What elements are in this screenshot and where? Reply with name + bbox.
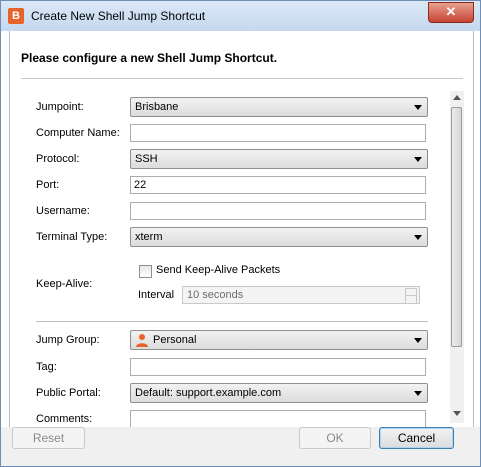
- public-portal-value: Default: support.example.com: [135, 387, 282, 399]
- comments-input[interactable]: [130, 410, 426, 427]
- reset-button[interactable]: Reset: [12, 427, 85, 449]
- scroll-up-icon[interactable]: [453, 95, 461, 100]
- public-portal-select[interactable]: Default: support.example.com: [130, 383, 428, 403]
- vertical-scrollbar[interactable]: [450, 91, 464, 423]
- jumpoint-select[interactable]: Brisbane: [130, 97, 428, 117]
- ok-button[interactable]: OK: [299, 427, 371, 449]
- computer-name-label: Computer Name:: [36, 127, 120, 139]
- protocol-value: SSH: [135, 153, 158, 165]
- chevron-down-icon: [414, 157, 422, 162]
- dialog-content: Please configure a new Shell Jump Shortc…: [9, 31, 474, 427]
- username-input[interactable]: [130, 202, 426, 220]
- jump-group-select[interactable]: Personal: [130, 330, 428, 350]
- dialog-window: B Create New Shell Jump Shortcut ✕ Pleas…: [0, 0, 481, 467]
- jumpoint-value: Brisbane: [135, 101, 179, 113]
- computer-name-input[interactable]: [130, 124, 426, 142]
- interval-label: Interval: [138, 289, 175, 301]
- port-label: Port:: [36, 179, 60, 191]
- chevron-down-icon: [414, 105, 422, 110]
- shortcut-form: Jumpoint: Brisbane Computer Name: Protoc…: [10, 89, 458, 427]
- chevron-down-icon: [414, 235, 422, 240]
- keep-alive-label: Keep-Alive:: [36, 278, 93, 290]
- jump-group-value: Personal: [153, 334, 197, 346]
- window-title: Create New Shell Jump Shortcut: [31, 9, 206, 23]
- jumpoint-label: Jumpoint:: [36, 101, 84, 113]
- dialog-heading: Please configure a new Shell Jump Shortc…: [21, 51, 278, 65]
- terminal-type-label: Terminal Type:: [36, 231, 108, 243]
- section-divider: [36, 321, 428, 322]
- person-icon: [136, 334, 148, 347]
- scroll-down-icon[interactable]: [453, 411, 461, 416]
- spin-down-icon[interactable]: [405, 295, 417, 304]
- chevron-down-icon: [414, 338, 422, 343]
- interval-value: 10 seconds: [187, 289, 244, 301]
- keep-alive-checkbox-label: Send Keep-Alive Packets: [156, 264, 281, 276]
- comments-label: Comments:: [36, 413, 93, 425]
- dialog-footer: Reset OK Cancel: [1, 427, 480, 466]
- cancel-button[interactable]: Cancel: [379, 427, 454, 449]
- chevron-down-icon: [414, 391, 422, 396]
- keep-alive-checkbox[interactable]: [139, 265, 152, 278]
- app-logo-icon: B: [8, 8, 24, 24]
- jump-group-label: Jump Group:: [36, 334, 100, 346]
- terminal-type-value: xterm: [135, 231, 163, 243]
- username-label: Username:: [36, 205, 90, 217]
- scroll-thumb[interactable]: [451, 107, 462, 347]
- interval-spinner[interactable]: 10 seconds: [182, 286, 420, 304]
- protocol-select[interactable]: SSH: [130, 149, 428, 169]
- heading-divider: [21, 78, 463, 79]
- title-bar[interactable]: B Create New Shell Jump Shortcut ✕: [1, 1, 480, 31]
- tag-input[interactable]: [130, 358, 426, 376]
- terminal-type-select[interactable]: xterm: [130, 227, 428, 247]
- close-button[interactable]: ✕: [428, 2, 474, 23]
- tag-label: Tag:: [36, 361, 57, 373]
- protocol-label: Protocol:: [36, 153, 80, 165]
- public-portal-label: Public Portal:: [36, 387, 101, 399]
- port-input[interactable]: 22: [130, 176, 426, 194]
